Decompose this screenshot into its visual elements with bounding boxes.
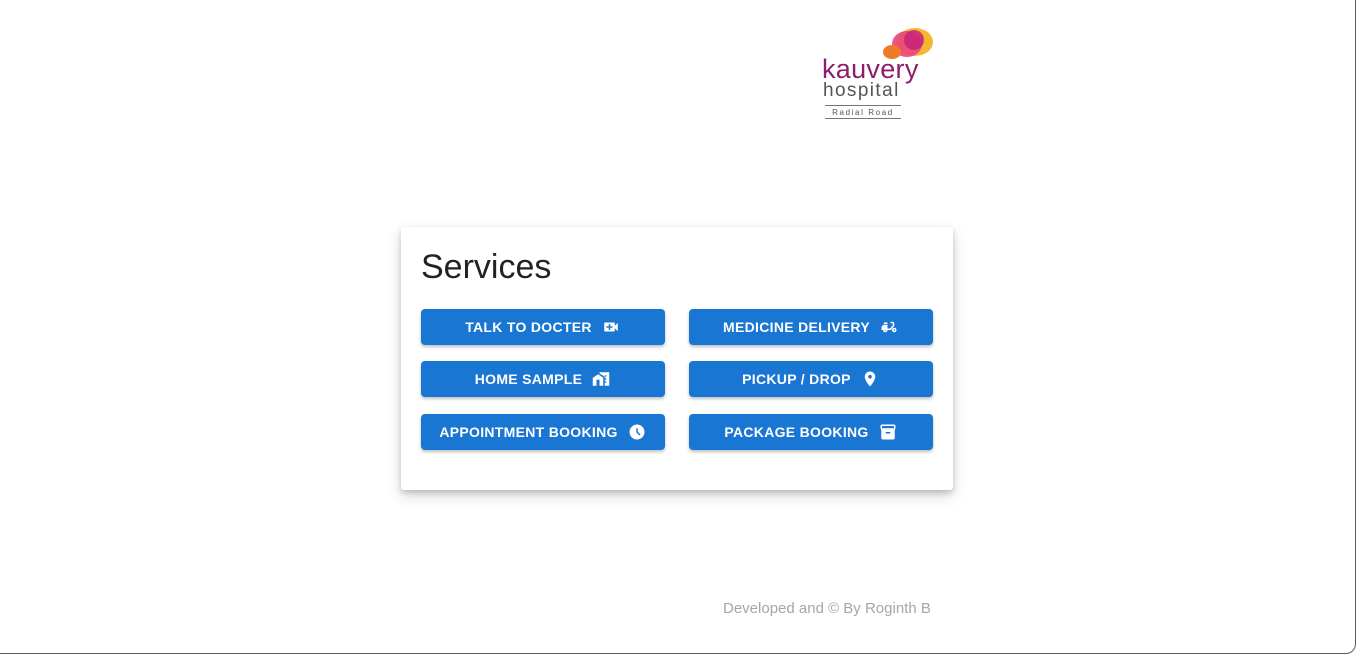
footer-credit: Developed and © By Roginth B: [723, 600, 931, 617]
services-card: Services TALK TO DOCTER MEDICINE DELIVER…: [401, 227, 953, 490]
button-label: PICKUP / DROP: [742, 371, 851, 387]
button-label: TALK TO DOCTER: [465, 319, 592, 335]
button-label: PACKAGE BOOKING: [724, 424, 869, 440]
medicine-delivery-button[interactable]: MEDICINE DELIVERY: [689, 309, 933, 345]
hospital-logo: kauvery hospital Radial Road: [820, 26, 935, 124]
logo-branch: Radial Road: [825, 105, 901, 119]
clock-icon: [627, 422, 647, 442]
pickup-drop-button[interactable]: PICKUP / DROP: [689, 361, 933, 397]
video-call-icon: [601, 317, 621, 337]
home-sample-button[interactable]: HOME SAMPLE: [421, 361, 665, 397]
services-title: Services: [421, 248, 552, 286]
button-label: HOME SAMPLE: [474, 371, 583, 387]
delivery-scooter-icon: [879, 317, 899, 337]
archive-box-icon: [878, 422, 898, 442]
home-work-icon: [591, 369, 611, 389]
location-pin-icon: [860, 369, 880, 389]
appointment-booking-button[interactable]: APPOINTMENT BOOKING: [421, 414, 665, 450]
button-label: APPOINTMENT BOOKING: [439, 424, 618, 440]
page: kauvery hospital Radial Road Services TA…: [0, 0, 1356, 654]
logo-subtitle: hospital: [823, 80, 900, 101]
package-booking-button[interactable]: PACKAGE BOOKING: [689, 414, 933, 450]
button-label: MEDICINE DELIVERY: [723, 319, 870, 335]
talk-to-doctor-button[interactable]: TALK TO DOCTER: [421, 309, 665, 345]
